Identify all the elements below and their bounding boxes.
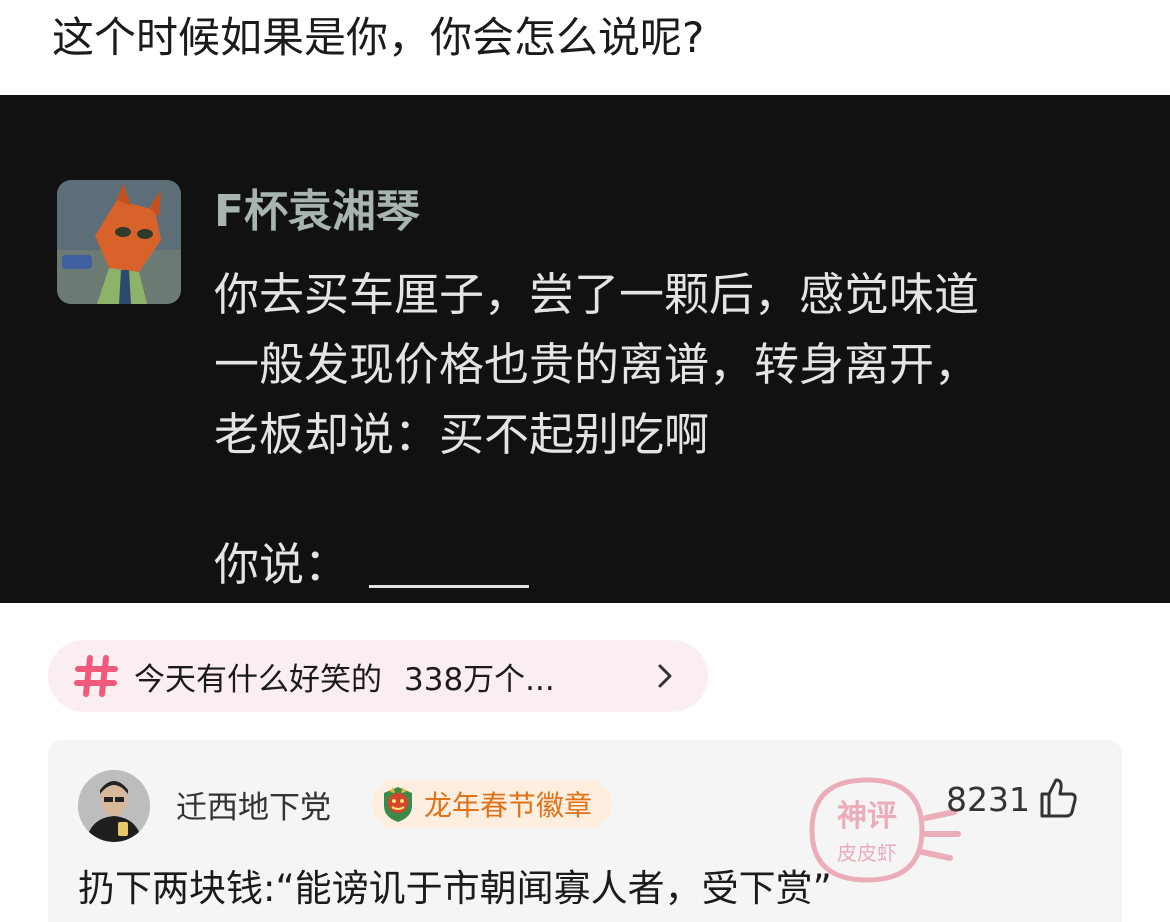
- like-count: 8231: [946, 780, 1030, 819]
- chat-prompt-label: 你说：: [214, 538, 350, 591]
- chat-message-line: 你去买车厘子，尝了一颗后，感觉味道: [214, 268, 980, 321]
- post-title: 这个时候如果是你，你会怎么说呢?: [52, 13, 705, 62]
- watermark-bottom: 皮皮虾: [837, 841, 897, 865]
- user-badge[interactable]: 龙年春节徽章: [372, 780, 613, 828]
- hashtag-icon: [74, 655, 118, 697]
- chat-message: 你去买车厘子，尝了一颗后，感觉味道 一般发现价格也贵的离谱，转身离开， 老板却说…: [214, 260, 979, 470]
- answer-blank: [369, 584, 530, 588]
- badge-label: 龙年春节徽章: [424, 789, 593, 822]
- topic-chip[interactable]: 今天有什么好笑的 338万个...: [48, 640, 708, 712]
- chat-avatar: [57, 180, 181, 304]
- post-page: 这个时候如果是你，你会怎么说呢? F杯袁湘琴 你去买车厘子，尝了一颗后，感觉味道…: [0, 0, 1170, 922]
- chat-sender-name: F杯袁湘琴: [214, 186, 421, 237]
- topic-name: 今天有什么好笑的: [134, 661, 382, 698]
- chat-message-line: 一般发现价格也贵的离谱，转身离开，: [214, 338, 980, 391]
- avatar[interactable]: [78, 770, 150, 842]
- watermark-top: 神评: [837, 799, 897, 834]
- dragon-badge-icon: [384, 787, 412, 822]
- thumbs-up-icon[interactable]: [1038, 776, 1078, 820]
- comment-username[interactable]: 迁西地下党: [176, 782, 331, 827]
- chat-prompt: 你说：: [214, 530, 530, 600]
- chat-message-line: 老板却说：买不起别吃啊: [214, 408, 710, 461]
- comment-text: 扔下两块钱:“能谤讥于市朝闻寡人者，受下赏”: [78, 867, 832, 910]
- chevron-right-icon: [658, 664, 672, 688]
- top-comment[interactable]: 迁西地下党 龙年春节徽章 神评 皮皮虾 8231 扔下两块钱:“能谤讥于市朝闻寡…: [48, 740, 1122, 922]
- topic-count: 338万个...: [404, 661, 555, 698]
